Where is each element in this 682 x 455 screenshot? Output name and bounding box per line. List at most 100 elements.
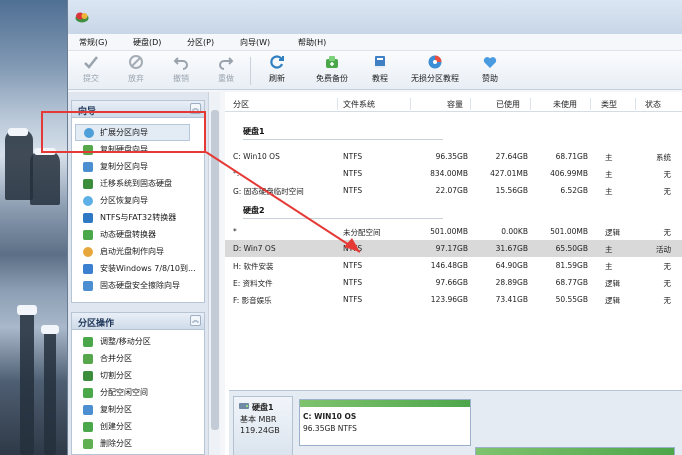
table-cell: 主 — [605, 170, 613, 179]
table-cell: * — [233, 227, 237, 236]
sponsor-button[interactable]: 赞助 — [478, 54, 502, 84]
allocate-icon — [83, 388, 93, 398]
op-allocate-space[interactable]: 分配空闲空间 — [72, 384, 204, 401]
table-cell: 无 — [663, 296, 672, 305]
wizard-item-label: 复制分区向导 — [100, 162, 148, 171]
table-cell: *: — [233, 169, 240, 178]
partition-ops-panel: 分区操作 ︽ 调整/移动分区 合并分区 切割分区 分配空闲空间 复制分区 创建分… — [71, 312, 205, 455]
backup-button[interactable]: 免费备份 — [310, 54, 354, 84]
table-cell: G: 固态硬盘临时空间 — [233, 187, 304, 196]
col-unused[interactable]: 未使用 — [553, 99, 577, 110]
table-cell: 28.89GB — [495, 278, 528, 287]
tutorial-button[interactable]: 教程 — [368, 54, 392, 84]
col-status[interactable]: 状态 — [645, 99, 661, 110]
op-resize-move[interactable]: 调整/移动分区 — [72, 333, 204, 350]
app-logo-icon — [75, 12, 89, 23]
app-window: 常规(G) 硬盘(D) 分区(P) 向导(W) 帮助(H) 提交 放弃 撤销 重… — [67, 0, 682, 455]
table-row[interactable]: F: 影音娱乐 NTFS 123.96GB 73.41GB 50.55GB 逻辑 无 — [225, 291, 682, 308]
table-cell: 逻辑 — [605, 228, 620, 237]
scrollbar-thumb[interactable] — [211, 110, 219, 430]
toolbar: 提交 放弃 撤销 重做 刷新 免费备份 教程 无损分区教程 赞助 — [68, 51, 682, 90]
table-cell: 系统 — [656, 153, 671, 162]
table-cell: 81.59GB — [555, 261, 588, 270]
op-merge[interactable]: 合并分区 — [72, 350, 204, 367]
table-cell: 68.71GB — [555, 152, 588, 161]
discard-icon — [129, 55, 143, 69]
table-row[interactable]: H: 软件安装 NTFS 146.48GB 64.90GB 81.59GB 主 无 — [225, 257, 682, 274]
partition-block-name: C: WIN10 OS — [303, 412, 357, 421]
usage-bar — [300, 400, 470, 407]
wizard-item-partition-recovery[interactable]: 分区恢复向导 — [72, 192, 204, 209]
boot-disc-icon — [83, 247, 93, 257]
table-cell: 31.67GB — [495, 244, 528, 253]
menu-help[interactable]: 帮助(H) — [298, 37, 326, 48]
redo-button[interactable]: 重做 — [213, 54, 239, 84]
disk1-group-label: 硬盘1 — [243, 127, 265, 136]
table-cell: NTFS — [343, 152, 363, 161]
wizard-item-copy-partition[interactable]: 复制分区向导 — [72, 158, 204, 175]
menu-partition[interactable]: 分区(P) — [187, 37, 214, 48]
submit-button[interactable]: 提交 — [78, 54, 104, 84]
submit-label: 提交 — [83, 74, 99, 83]
wizard-item-migrate-os[interactable]: 迁移系统到固态硬盘 — [72, 175, 204, 192]
op-delete[interactable]: 删除分区 — [72, 435, 204, 452]
table-cell: 501.00MB — [430, 227, 468, 236]
col-used[interactable]: 已使用 — [496, 99, 520, 110]
table-cell: NTFS — [343, 278, 363, 287]
discard-button[interactable]: 放弃 — [123, 54, 149, 84]
menu-disk[interactable]: 硬盘(D) — [133, 37, 161, 48]
table-cell: 64.90GB — [495, 261, 528, 270]
col-type[interactable]: 类型 — [601, 99, 617, 110]
create-icon — [83, 422, 93, 432]
table-row[interactable]: C: Win10 OS NTFS 96.35GB 27.64GB 68.71GB 主 系统 — [225, 148, 682, 165]
convert-icon — [83, 213, 93, 223]
chevron-up-icon[interactable]: ︽ — [190, 315, 201, 326]
windows-icon — [83, 264, 93, 274]
table-cell: 22.07GB — [435, 186, 468, 195]
partition-block-next[interactable] — [475, 447, 675, 455]
op-copy[interactable]: 复制分区 — [72, 401, 204, 418]
op-create[interactable]: 创建分区 — [72, 418, 204, 435]
backup-label: 免费备份 — [316, 74, 348, 83]
wizard-item-dynamic-disk[interactable]: 动态硬盘转换器 — [72, 226, 204, 243]
col-filesystem[interactable]: 文件系统 — [343, 99, 375, 110]
menu-wizard[interactable]: 向导(W) — [240, 37, 270, 48]
lossless-tutorial-button[interactable]: 无损分区教程 — [410, 54, 460, 84]
split-icon — [83, 371, 93, 381]
wizard-item-label: 迁移系统到固态硬盘 — [100, 179, 172, 188]
wizard-item-ntfs-fat32[interactable]: NTFS与FAT32转换器 — [72, 209, 204, 226]
table-row[interactable]: D: Win7 OS NTFS 97.17GB 31.67GB 65.50GB 主 活动 — [225, 240, 682, 257]
undo-icon — [173, 57, 188, 70]
tutorial-label: 教程 — [372, 74, 388, 83]
book-icon — [375, 56, 385, 68]
table-cell: 27.64GB — [495, 152, 528, 161]
partition-block-c[interactable]: C: WIN10 OS 96.35GB NTFS — [299, 399, 471, 446]
toolbar-separator — [250, 57, 251, 85]
refresh-button[interactable]: 刷新 — [265, 54, 289, 84]
sidebar-scrollbar[interactable] — [208, 92, 220, 455]
table-cell: NTFS — [343, 295, 363, 304]
undo-label: 撤销 — [173, 74, 189, 83]
usage-bar — [476, 448, 674, 455]
op-split[interactable]: 切割分区 — [72, 367, 204, 384]
disk-info-box[interactable]: 硬盘1 基本 MBR 119.24GB — [233, 396, 293, 455]
migrate-os-icon — [83, 179, 93, 189]
col-capacity[interactable]: 容量 — [447, 99, 463, 110]
table-row[interactable]: E: 资料文件 NTFS 97.66GB 28.89GB 68.77GB 逻辑 无 — [225, 274, 682, 291]
undo-button[interactable]: 撤销 — [168, 54, 194, 84]
wizard-item-install-windows[interactable]: 安装Windows 7/8/10到... — [72, 260, 204, 277]
menu-general[interactable]: 常规(G) — [79, 37, 107, 48]
table-row[interactable]: *: NTFS 834.00MB 427.01MB 406.99MB 主 无 — [225, 165, 682, 182]
disk-name: 硬盘1 — [252, 403, 274, 412]
col-partition[interactable]: 分区 — [233, 99, 249, 110]
table-cell: 主 — [605, 245, 613, 254]
backup-icon — [326, 56, 338, 68]
table-row[interactable]: * 未分配空间 501.00MB 0.00KB 501.00MB 逻辑 无 — [225, 223, 682, 240]
table-cell: 97.66GB — [435, 278, 468, 287]
table-row[interactable]: G: 固态硬盘临时空间 NTFS 22.07GB 15.56GB 6.52GB 主 无 — [225, 182, 682, 199]
table-cell: 97.17GB — [435, 244, 468, 253]
partition-ops-header[interactable]: 分区操作 ︽ — [72, 313, 204, 330]
wizard-item-boot-disc[interactable]: 启动光盘制作向导 — [72, 243, 204, 260]
wizard-item-ssd-erase[interactable]: 固态硬盘安全擦除向导 — [72, 277, 204, 294]
op-label: 切割分区 — [100, 371, 132, 380]
